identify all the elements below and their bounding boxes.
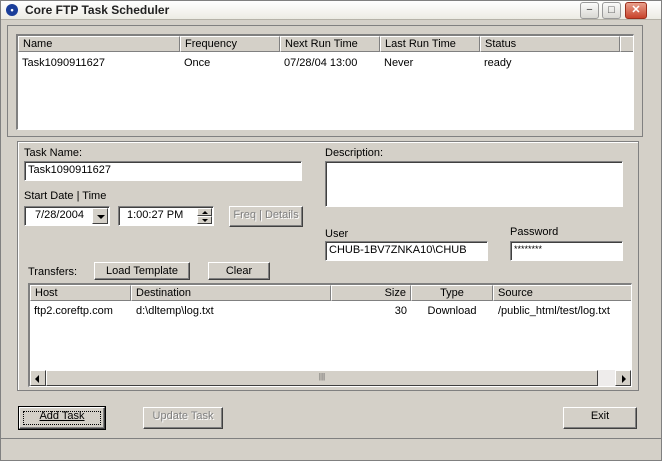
column-source[interactable]: Source (493, 285, 631, 301)
start-time-picker[interactable]: 1:00:27 PM (118, 206, 214, 226)
load-template-button[interactable]: Load Template (94, 262, 190, 280)
maximize-button[interactable]: □ (602, 2, 621, 19)
horizontal-scrollbar[interactable]: ||| (30, 370, 631, 386)
column-size[interactable]: Size (331, 285, 411, 301)
task-name-input[interactable]: Task1090911627 (24, 161, 302, 181)
start-date-value: 7/28/2004 (35, 209, 84, 221)
title-bar[interactable]: • Core FTP Task Scheduler − □ ✕ (1, 1, 661, 20)
spin-down-icon[interactable] (197, 216, 212, 224)
column-filler (620, 36, 633, 52)
start-date-picker[interactable]: 7/28/2004 (24, 206, 110, 226)
user-input[interactable]: CHUB-1BV7ZNKA10\CHUB (325, 241, 488, 261)
task-status-cell: ready (484, 57, 512, 69)
bottom-strip (1, 438, 661, 460)
column-next-run-time[interactable]: Next Run Time (280, 36, 380, 52)
focus-ring (23, 411, 101, 425)
add-task-button[interactable]: Add Task (18, 406, 106, 430)
task-last-run-cell: Never (384, 57, 414, 69)
task-list-panel: Name Frequency Next Run Time Last Run Ti… (7, 25, 643, 137)
task-list-header: Name Frequency Next Run Time Last Run Ti… (18, 36, 633, 52)
column-last-run-time[interactable]: Last Run Time (380, 36, 480, 52)
scroll-right-icon[interactable] (615, 370, 631, 386)
time-spinner[interactable] (197, 208, 212, 224)
description-input[interactable] (325, 161, 623, 207)
chevron-down-icon[interactable] (92, 208, 108, 224)
task-details-panel: Task Name: Task1090911627 Description: S… (17, 141, 639, 391)
transfer-type-cell: Download (427, 305, 477, 317)
transfers-label: Transfers: (28, 266, 78, 278)
clear-button[interactable]: Clear (208, 262, 270, 280)
password-label: Password (510, 226, 559, 238)
exit-button[interactable]: Exit (563, 407, 637, 429)
transfer-size-cell: 30 (394, 305, 407, 317)
task-scheduler-window: • Core FTP Task Scheduler − □ ✕ Name Fre… (0, 0, 662, 461)
window-title: Core FTP Task Scheduler (25, 3, 170, 17)
column-host[interactable]: Host (30, 285, 131, 301)
task-frequency-cell: Once (184, 57, 211, 69)
task-list[interactable]: Name Frequency Next Run Time Last Run Ti… (16, 34, 634, 130)
transfers-list[interactable]: Host Destination Size Type Source ftp2.c… (28, 283, 632, 387)
user-label: User (325, 228, 349, 240)
scroll-thumb[interactable]: ||| (46, 370, 598, 386)
start-date-time-label: Start Date | Time (24, 190, 107, 202)
task-name-label: Task Name: (24, 147, 83, 159)
task-name-cell: Task1090911627 (22, 57, 105, 69)
scroll-left-icon[interactable] (30, 370, 46, 386)
core-ftp-icon: • (6, 4, 18, 16)
close-button[interactable]: ✕ (625, 2, 647, 19)
description-label: Description: (325, 147, 384, 159)
task-next-run-cell: 07/28/04 13:00 (284, 57, 358, 69)
transfer-destination-cell: d:\dltemp\log.txt (136, 305, 214, 317)
transfer-host-cell: ftp2.coreftp.com (34, 305, 113, 317)
start-time-value: 1:00:27 PM (127, 209, 184, 221)
column-status[interactable]: Status (480, 36, 620, 52)
transfers-list-header: Host Destination Size Type Source (30, 285, 631, 301)
update-task-button[interactable]: Update Task (143, 407, 223, 429)
column-type[interactable]: Type (411, 285, 493, 301)
column-name[interactable]: Name (18, 36, 180, 52)
transfer-source-cell: /public_html/test/log.txt (498, 305, 610, 317)
column-frequency[interactable]: Frequency (180, 36, 280, 52)
minimize-button[interactable]: − (580, 2, 599, 19)
password-input[interactable]: ******** (510, 241, 623, 261)
spin-up-icon[interactable] (197, 208, 212, 216)
column-destination[interactable]: Destination (131, 285, 331, 301)
freq-details-button[interactable]: Freq | Details (229, 206, 303, 227)
